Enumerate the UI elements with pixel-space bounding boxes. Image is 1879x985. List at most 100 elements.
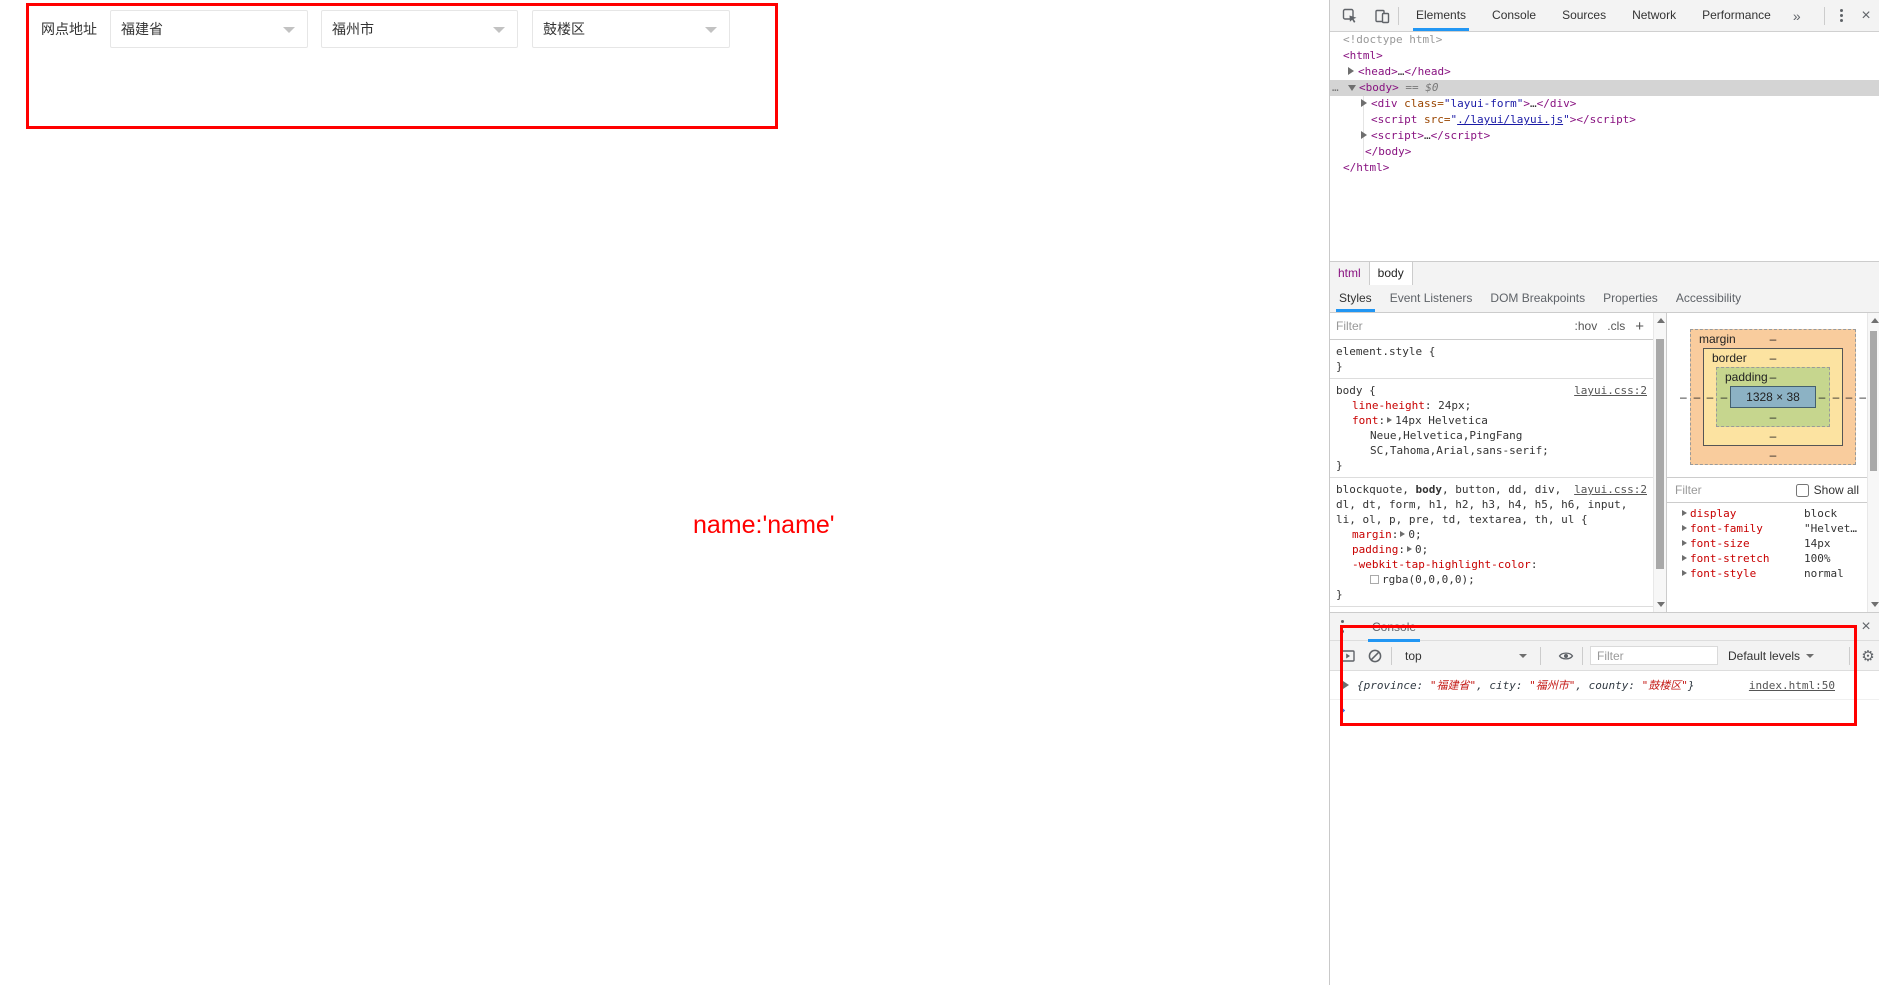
live-expression-eye-icon[interactable] — [1557, 647, 1575, 665]
divider — [1391, 647, 1392, 665]
select-city-value: 福州市 — [332, 11, 374, 47]
devtools-tabbar: Elements Console Sources Network Perform… — [1330, 0, 1879, 32]
log-levels-dropdown[interactable]: Default levels — [1728, 649, 1814, 663]
dom-row-script-src[interactable]: <script src="./layui/layui.js"></script> — [1330, 112, 1879, 128]
expand-arrow-icon[interactable] — [1361, 99, 1367, 107]
dom-row-body-close[interactable]: </body> — [1330, 144, 1879, 160]
tab-console-drawer[interactable]: Console — [1368, 613, 1420, 641]
computed-filter-row: Show all — [1667, 477, 1867, 503]
select-province[interactable]: 福建省 — [110, 10, 308, 48]
tab-performance[interactable]: Performance — [1689, 0, 1784, 31]
object-preview: {province: "福建省", city: "福州市", county: "… — [1357, 677, 1694, 693]
dom-row-div[interactable]: <div class="layui-form">…</div> — [1330, 96, 1879, 112]
console-sidebar-icon[interactable] — [1339, 647, 1357, 665]
collapse-arrow-icon[interactable] — [1348, 85, 1356, 91]
expand-arrow-icon[interactable] — [1682, 570, 1687, 576]
stylesheet-link[interactable]: layui.css:2 — [1574, 482, 1647, 497]
dom-row-body-selected[interactable]: …<body> == $0 — [1330, 80, 1879, 96]
select-county-value: 鼓楼区 — [543, 11, 585, 47]
rule-reset-group[interactable]: layui.css:2 blockquote, body, button, dd… — [1330, 478, 1653, 607]
tab-elements[interactable]: Elements — [1403, 0, 1479, 31]
dom-row-html-open[interactable]: <html> — [1330, 48, 1879, 64]
show-all-toggle[interactable]: Show all — [1796, 483, 1859, 497]
chevron-down-icon — [705, 27, 717, 33]
rule-body-layui[interactable]: layui.css:2 body { line-height: 24px; fo… — [1330, 379, 1653, 478]
scrollbar-thumb[interactable] — [1656, 339, 1664, 569]
dom-row-script-inline[interactable]: <script>…</script> — [1330, 128, 1879, 144]
expand-arrow-icon[interactable] — [1682, 510, 1687, 516]
select-county[interactable]: 鼓楼区 — [532, 10, 730, 48]
close-devtools-icon[interactable]: × — [1853, 7, 1879, 25]
new-style-rule-button[interactable]: + — [1635, 318, 1644, 335]
drawer-menu-icon[interactable] — [1332, 617, 1352, 637]
expand-object-icon[interactable] — [1343, 681, 1349, 689]
scroll-up-icon[interactable] — [1657, 318, 1665, 323]
scroll-down-icon[interactable] — [1657, 602, 1665, 607]
elements-dom-tree: <!doctype html> <html> <head>…</head> …<… — [1330, 32, 1879, 261]
computed-scrollbar[interactable] — [1867, 313, 1879, 612]
close-drawer-icon[interactable]: × — [1853, 618, 1879, 636]
breadcrumb-html[interactable]: html — [1330, 262, 1369, 285]
stylesheet-link[interactable]: layui.css:2 — [1574, 383, 1647, 398]
scroll-down-icon[interactable] — [1871, 602, 1879, 607]
expand-arrow-icon[interactable] — [1407, 546, 1412, 552]
color-swatch[interactable] — [1370, 575, 1379, 584]
rule-element-style[interactable]: element.style { } — [1330, 340, 1653, 379]
expand-arrow-icon[interactable] — [1348, 67, 1354, 75]
dom-row-html-close[interactable]: </html> — [1330, 160, 1879, 176]
computed-prop-font-family[interactable]: font-family "Helvet… — [1667, 521, 1879, 536]
styles-scrollbar[interactable] — [1653, 313, 1666, 612]
breadcrumb: html body — [1330, 261, 1879, 285]
styles-filter-input[interactable] — [1336, 319, 1575, 333]
dom-row-doctype[interactable]: <!doctype html> — [1330, 32, 1879, 48]
clear-console-icon[interactable] — [1366, 647, 1384, 665]
console-source-link[interactable]: index.html:50 — [1749, 679, 1835, 692]
box-model-margin[interactable]: margin – – border – – — [1690, 329, 1856, 465]
kebab-menu-icon[interactable] — [1831, 6, 1851, 26]
box-model-border[interactable]: border – – padding – — [1703, 348, 1843, 446]
tab-event-listeners[interactable]: Event Listeners — [1381, 285, 1482, 312]
expand-arrow-icon[interactable] — [1682, 555, 1687, 561]
styles-filter-row: :hov .cls + — [1330, 313, 1666, 340]
console-prompt[interactable] — [1330, 700, 1879, 722]
computed-prop-font-stretch[interactable]: font-stretch 100% — [1667, 551, 1879, 566]
tab-properties[interactable]: Properties — [1594, 285, 1667, 312]
scrollbar-thumb[interactable] — [1870, 331, 1877, 471]
script-src-link[interactable]: ./layui/layui.js — [1457, 113, 1563, 126]
tab-accessibility[interactable]: Accessibility — [1667, 285, 1750, 312]
expand-arrow-icon[interactable] — [1682, 540, 1687, 546]
scroll-up-icon[interactable] — [1871, 318, 1879, 323]
tab-console[interactable]: Console — [1479, 0, 1549, 31]
expand-arrow-icon[interactable] — [1361, 131, 1367, 139]
computed-prop-display[interactable]: display block — [1667, 506, 1879, 521]
device-toolbar-icon[interactable] — [1370, 4, 1394, 28]
console-message-row[interactable]: {province: "福建省", city: "福州市", county: "… — [1330, 671, 1879, 700]
tab-network[interactable]: Network — [1619, 0, 1689, 31]
computed-prop-font-size[interactable]: font-size 14px — [1667, 536, 1879, 551]
select-city[interactable]: 福州市 — [321, 10, 518, 48]
console-settings-gear-icon[interactable]: ⚙ — [1857, 647, 1879, 665]
console-filter-input[interactable] — [1590, 646, 1718, 665]
expand-arrow-icon[interactable] — [1387, 417, 1392, 423]
box-model-diagram[interactable]: – – margin – – border – — [1690, 329, 1856, 465]
context-selector[interactable]: top — [1399, 649, 1533, 663]
computed-filter-input[interactable] — [1675, 483, 1765, 497]
box-model-content-size[interactable]: 1328 × 38 — [1730, 386, 1816, 408]
computed-pane: – – margin – – border – — [1667, 313, 1879, 612]
expand-arrow-icon[interactable] — [1682, 525, 1687, 531]
expand-arrow-icon[interactable] — [1400, 531, 1405, 537]
toggle-hover-state[interactable]: :hov — [1575, 319, 1598, 333]
box-model-padding[interactable]: padding – – 1328 × 38 – – — [1716, 367, 1830, 427]
chevron-down-icon — [1519, 654, 1527, 658]
computed-prop-font-style[interactable]: font-style normal — [1667, 566, 1879, 581]
tab-styles[interactable]: Styles — [1330, 285, 1381, 312]
toggle-classes[interactable]: .cls — [1607, 319, 1625, 333]
tab-dom-breakpoints[interactable]: DOM Breakpoints — [1481, 285, 1594, 312]
console-toolbar: top Default levels ⚙ — [1330, 641, 1879, 671]
breadcrumb-body[interactable]: body — [1369, 262, 1413, 285]
show-all-checkbox[interactable] — [1796, 484, 1809, 497]
inspect-cursor-icon[interactable] — [1338, 4, 1362, 28]
more-tabs-icon[interactable]: » — [1784, 8, 1810, 24]
tab-sources[interactable]: Sources — [1549, 0, 1619, 31]
dom-row-head[interactable]: <head>…</head> — [1330, 64, 1879, 80]
